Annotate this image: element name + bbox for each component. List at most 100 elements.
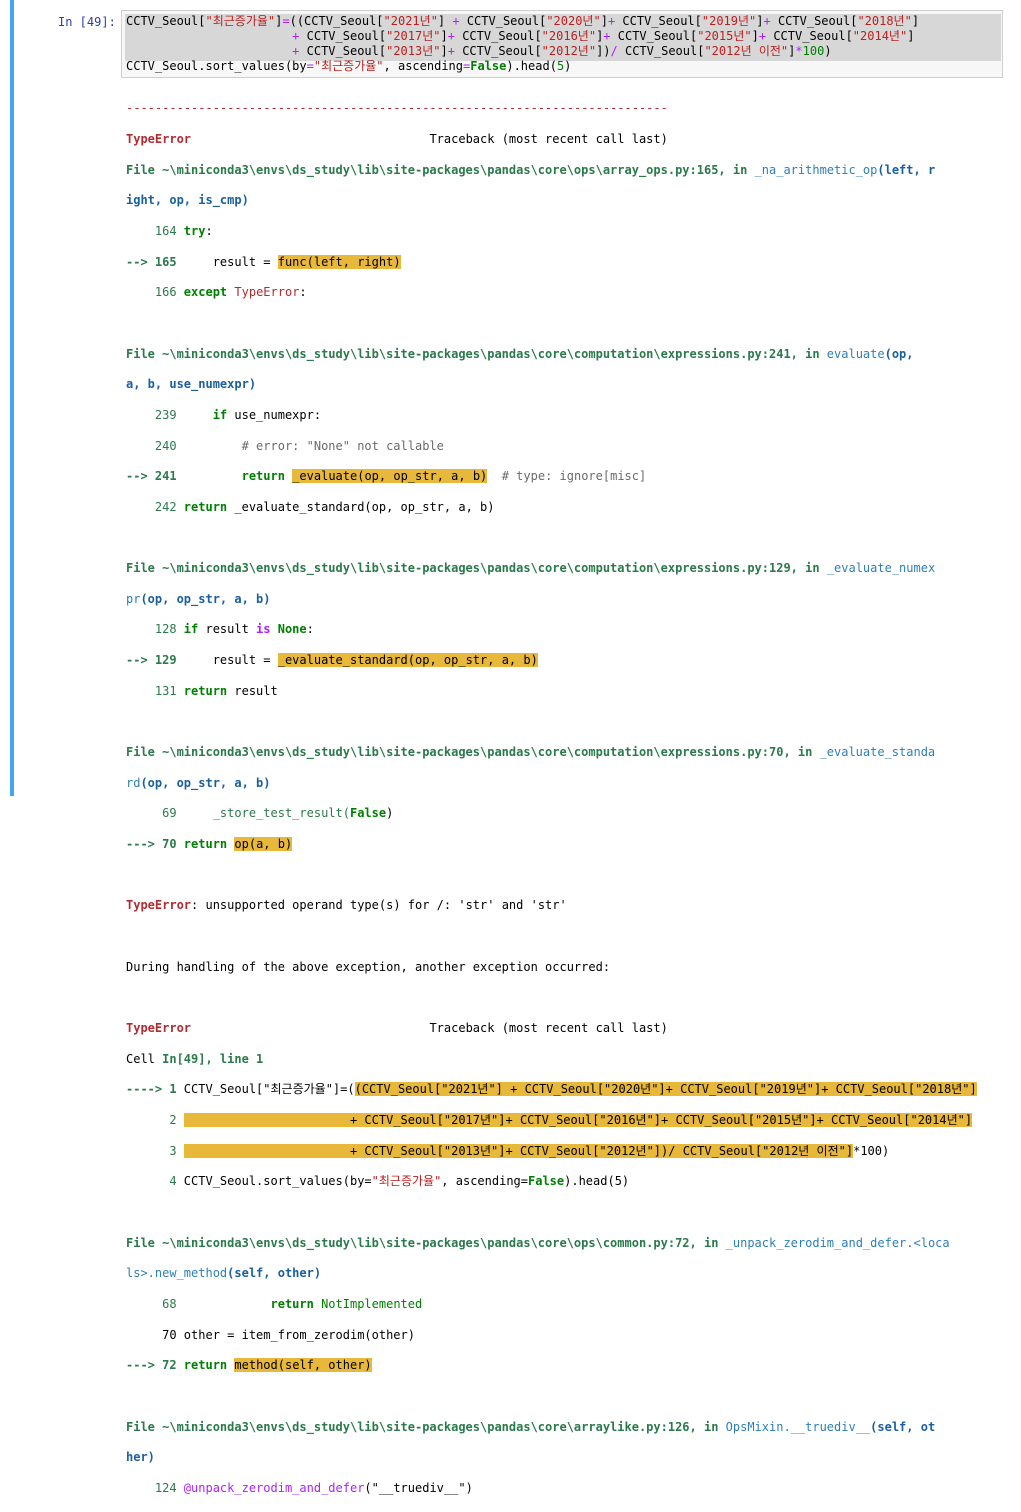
- keyword: except: [183, 285, 228, 300]
- frame-args: (self, other): [227, 1266, 322, 1281]
- frame-file-line: File ~\miniconda3\envs\ds_study\lib\site…: [126, 163, 1006, 178]
- frame-path: File ~\miniconda3\envs\ds_study\lib\site…: [126, 1235, 726, 1250]
- keyword: is: [256, 622, 271, 637]
- error-name: TypeError: [126, 898, 192, 913]
- line-number: 239: [126, 407, 213, 422]
- error-message-line: TypeError: unsupported operand type(s) f…: [126, 898, 1006, 913]
- keyword: try: [183, 223, 206, 238]
- error-highlight: + CCTV_Seoul["2017년"]+ CCTV_Seoul["2016년…: [183, 1112, 973, 1127]
- frame-function: _evaluate_standa: [819, 745, 936, 760]
- frame-function: OpsMixin.__truediv__: [725, 1419, 871, 1434]
- cell-ref: In[49], line 1: [162, 1051, 264, 1066]
- keyword: return: [183, 837, 228, 852]
- traceback-header: TypeError Traceback (most recent call la…: [126, 1021, 1006, 1036]
- line-number: 240: [126, 438, 242, 453]
- error-highlight: op(a, b): [234, 837, 293, 852]
- code-text: CCTV_Seoul.sort_values(by=: [183, 1174, 372, 1189]
- error-name: TypeError: [126, 1021, 192, 1036]
- frame-args: (op, op_str, a, b): [140, 591, 271, 606]
- line-number: 68: [126, 1296, 271, 1311]
- frame-function: evaluate: [826, 346, 885, 361]
- cell-selection-bar: [10, 0, 14, 796]
- frame-file-line: File ~\miniconda3\envs\ds_study\lib\site…: [126, 561, 1006, 576]
- frame-function: _evaluate_numex: [826, 561, 936, 576]
- source-line: 4 CCTV_Seoul.sort_values(by="최근증가율", asc…: [126, 1174, 1006, 1189]
- frame-args: (op,: [884, 346, 914, 361]
- string-literal: "최근증가율": [371, 1174, 442, 1189]
- frame-args-cont: rd(op, op_str, a, b): [126, 776, 1006, 791]
- code-text: *100): [853, 1143, 890, 1158]
- line-number: 2: [126, 1112, 184, 1127]
- line-number: 124: [126, 1480, 184, 1495]
- code-text: CCTV_Seoul["최근증가율"]=(: [183, 1082, 355, 1097]
- line-number: 4: [126, 1174, 184, 1189]
- traceback-header: TypeError Traceback (most recent call la…: [126, 132, 1006, 147]
- source-line: 124 @unpack_zerodim_and_defer("__truediv…: [126, 1481, 1006, 1496]
- current-line-arrow: ----> 1: [126, 1082, 184, 1097]
- frame-path: File ~\miniconda3\envs\ds_study\lib\site…: [126, 1419, 726, 1434]
- code-comment: # error: "None" not callable: [241, 438, 444, 453]
- code-line-1: CCTV_Seoul["최근증가율"]=((CCTV_Seoul["2021년"…: [126, 14, 920, 28]
- source-line: 242 return _evaluate_standard(op, op_str…: [126, 500, 1006, 515]
- frame-args-cont: pr(op, op_str, a, b): [126, 592, 1006, 607]
- frame-path: File ~\miniconda3\envs\ds_study\lib\site…: [126, 346, 827, 361]
- keyword: return: [270, 1296, 314, 1311]
- code-line-2: + CCTV_Seoul["2017년"]+ CCTV_Seoul["2016년…: [292, 29, 915, 43]
- line-number: 128: [126, 622, 184, 637]
- source-line-current: --> 241 return _evaluate(op, op_str, a, …: [126, 469, 1006, 484]
- code-input-area[interactable]: CCTV_Seoul["최근증가율"]=((CCTV_Seoul["2021년"…: [121, 10, 1003, 78]
- keyword: None: [277, 622, 307, 637]
- code-text: result =: [176, 254, 278, 269]
- line-number: 3: [126, 1143, 184, 1158]
- frame-function: _na_arithmetic_op: [754, 162, 878, 177]
- frame-args: (self, ot: [870, 1419, 936, 1434]
- source-line-current: ----> 1 CCTV_Seoul["최근증가율"]=((CCTV_Seoul…: [126, 1082, 1006, 1097]
- keyword: False: [349, 806, 387, 821]
- error-highlight: _evaluate_standard(op, op_str, a, b): [277, 653, 538, 668]
- source-line: 131 return result: [126, 684, 1006, 699]
- current-line-arrow: --> 165: [126, 254, 177, 269]
- source-line: 69 _store_test_result(False): [126, 806, 394, 821]
- frame-function-cont: ls>.new_method: [126, 1266, 228, 1281]
- current-line-arrow: --> 241: [126, 469, 177, 484]
- line-number: 164: [126, 223, 184, 238]
- frame-function-cont: pr: [126, 591, 141, 606]
- traceback-output: ----------------------------------------…: [126, 86, 1006, 1512]
- chained-exception-note: During handling of the above exception, …: [126, 959, 611, 974]
- error-highlight: + CCTV_Seoul["2013년"]+ CCTV_Seoul["2012년…: [183, 1143, 854, 1158]
- code-line-3: + CCTV_Seoul["2013년"]+ CCTV_Seoul["2012년…: [292, 44, 832, 58]
- code-text: , ascending=: [441, 1174, 528, 1189]
- keyword: if: [183, 622, 199, 637]
- error-message: : unsupported operand type(s) for /: 'st…: [191, 898, 567, 913]
- source-line: 240 # error: "None" not callable: [126, 439, 1006, 454]
- source-line: 68 return NotImplemented: [126, 1297, 1006, 1312]
- frame-path: File ~\miniconda3\envs\ds_study\lib\site…: [126, 745, 820, 760]
- source-line: 164 try:: [126, 223, 213, 238]
- frame-file-line: File ~\miniconda3\envs\ds_study\lib\site…: [126, 745, 1006, 760]
- code-text: result: [198, 622, 257, 637]
- code-text: use_numexpr:: [227, 407, 322, 422]
- keyword: if: [212, 407, 228, 422]
- frame-args-cont: a, b, use_numexpr): [126, 377, 257, 392]
- frame-function: _unpack_zerodim_and_defer.<loca: [725, 1235, 950, 1250]
- source-line-current: --> 165 result = func(left, right): [126, 254, 1006, 270]
- error-highlight: method(self, other): [234, 1358, 372, 1373]
- source-line: 239 if use_numexpr:: [126, 408, 1006, 423]
- code-text: result =: [176, 653, 278, 668]
- error-highlight: (CCTV_Seoul["2021년"] + CCTV_Seoul["2020년…: [354, 1082, 977, 1097]
- code-text: ("__truediv__"): [364, 1480, 473, 1495]
- line-number: 242: [126, 499, 184, 514]
- source-line-current: ---> 72 return method(self, other): [126, 1358, 1006, 1373]
- keyword: return: [183, 683, 228, 698]
- current-line-arrow: ---> 72: [126, 1358, 184, 1373]
- frame-file-line: File ~\miniconda3\envs\ds_study\lib\site…: [126, 347, 1006, 362]
- current-line-arrow: --> 129: [126, 653, 177, 668]
- frame-path: File ~\miniconda3\envs\ds_study\lib\site…: [126, 162, 755, 177]
- frame-args-cont: ight, op, is_cmp): [126, 193, 249, 208]
- code-line-4: CCTV_Seoul.sort_values(by="최근증가율", ascen…: [126, 59, 572, 73]
- traceback-header-text: Traceback (most recent call last): [191, 1021, 668, 1036]
- code-text: ).head(5): [564, 1174, 630, 1189]
- keyword: return: [183, 499, 228, 514]
- frame-args: (op, op_str, a, b): [140, 775, 271, 790]
- source-line-current: ---> 70 return op(a, b): [126, 837, 1006, 852]
